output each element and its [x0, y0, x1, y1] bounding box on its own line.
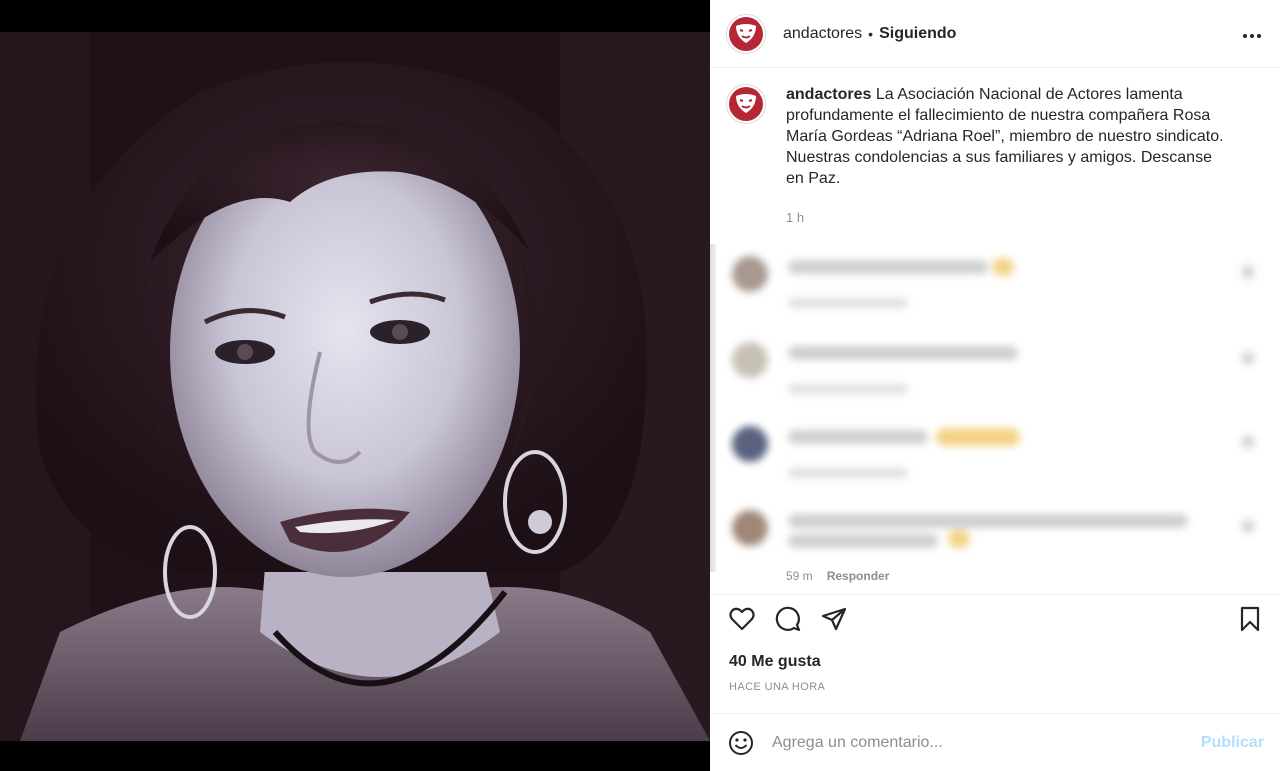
- comment-text-blurred: [788, 430, 928, 444]
- reply-button[interactable]: Responder: [827, 569, 890, 583]
- post-side-panel: andactores • Siguiendo andactores La Aso…: [710, 0, 1280, 771]
- emoji-blurred: [948, 530, 970, 548]
- like-comment-icon: [1242, 436, 1254, 448]
- comment-blurred: [732, 246, 1262, 326]
- comment-meta-blurred: [788, 298, 908, 308]
- comment-text-blurred: [788, 534, 938, 548]
- like-comment-icon: [1242, 352, 1254, 364]
- comment-avatar: [732, 342, 768, 378]
- comment-input[interactable]: [772, 727, 1182, 758]
- heart-icon[interactable]: [726, 603, 758, 635]
- comment-avatar: [732, 426, 768, 462]
- comment-blurred: [732, 500, 1262, 572]
- profile-avatar[interactable]: [726, 13, 766, 54]
- comment-avatar: [732, 510, 768, 546]
- post-actions: 40 Me gusta HACE UNA HORA: [710, 594, 1280, 714]
- comment-meta-blurred: [788, 384, 908, 394]
- comment-timestamp: 59 m: [786, 569, 813, 583]
- comments-list[interactable]: [710, 244, 1280, 572]
- portrait-photo[interactable]: [0, 32, 710, 741]
- publish-button[interactable]: Publicar: [1201, 734, 1264, 752]
- caption-timestamp: 1 h: [786, 210, 805, 225]
- comment-box: Publicar: [710, 713, 1280, 771]
- post-caption: andactores La Asociación Nacional de Act…: [726, 84, 1266, 189]
- photo-area: [0, 0, 710, 771]
- post-age: HACE UNA HORA: [729, 681, 826, 693]
- bookmark-icon[interactable]: [1234, 603, 1266, 635]
- caption-avatar[interactable]: [726, 84, 766, 124]
- share-icon[interactable]: [818, 603, 850, 635]
- separator-dot: •: [868, 25, 874, 42]
- post-header: andactores • Siguiendo: [710, 0, 1280, 68]
- emoji-blurred: [992, 258, 1014, 276]
- comment-meta-blurred: [788, 468, 908, 478]
- header-username[interactable]: andactores: [783, 25, 862, 43]
- comment-blurred: [732, 332, 1262, 412]
- last-comment-meta: 59 m Responder: [786, 569, 889, 583]
- caption-text: andactores La Asociación Nacional de Act…: [786, 84, 1231, 189]
- comment-blurred: [732, 416, 1262, 496]
- likes-count[interactable]: 40 Me gusta: [729, 653, 821, 671]
- comment-avatar: [732, 256, 768, 292]
- emoji-blurred: [936, 428, 1020, 446]
- comment-text-blurred: [788, 260, 988, 274]
- comment-icon[interactable]: [772, 603, 804, 635]
- theater-mask-logo-icon: [729, 87, 763, 121]
- following-button[interactable]: Siguiendo: [879, 25, 956, 43]
- action-icons: [726, 603, 850, 635]
- comment-text-blurred: [788, 514, 1188, 528]
- more-options-icon[interactable]: [1242, 22, 1262, 45]
- theater-mask-logo-icon: [729, 16, 763, 51]
- comments-scroll-edge: [710, 244, 716, 572]
- caption-username[interactable]: andactores: [786, 86, 871, 103]
- emoji-icon[interactable]: [726, 728, 756, 758]
- portrait-illustration: [0, 32, 710, 741]
- like-comment-icon: [1242, 266, 1254, 278]
- comment-text-blurred: [788, 346, 1018, 360]
- like-comment-icon: [1242, 520, 1254, 532]
- instagram-post: andactores • Siguiendo andactores La Aso…: [0, 0, 1280, 771]
